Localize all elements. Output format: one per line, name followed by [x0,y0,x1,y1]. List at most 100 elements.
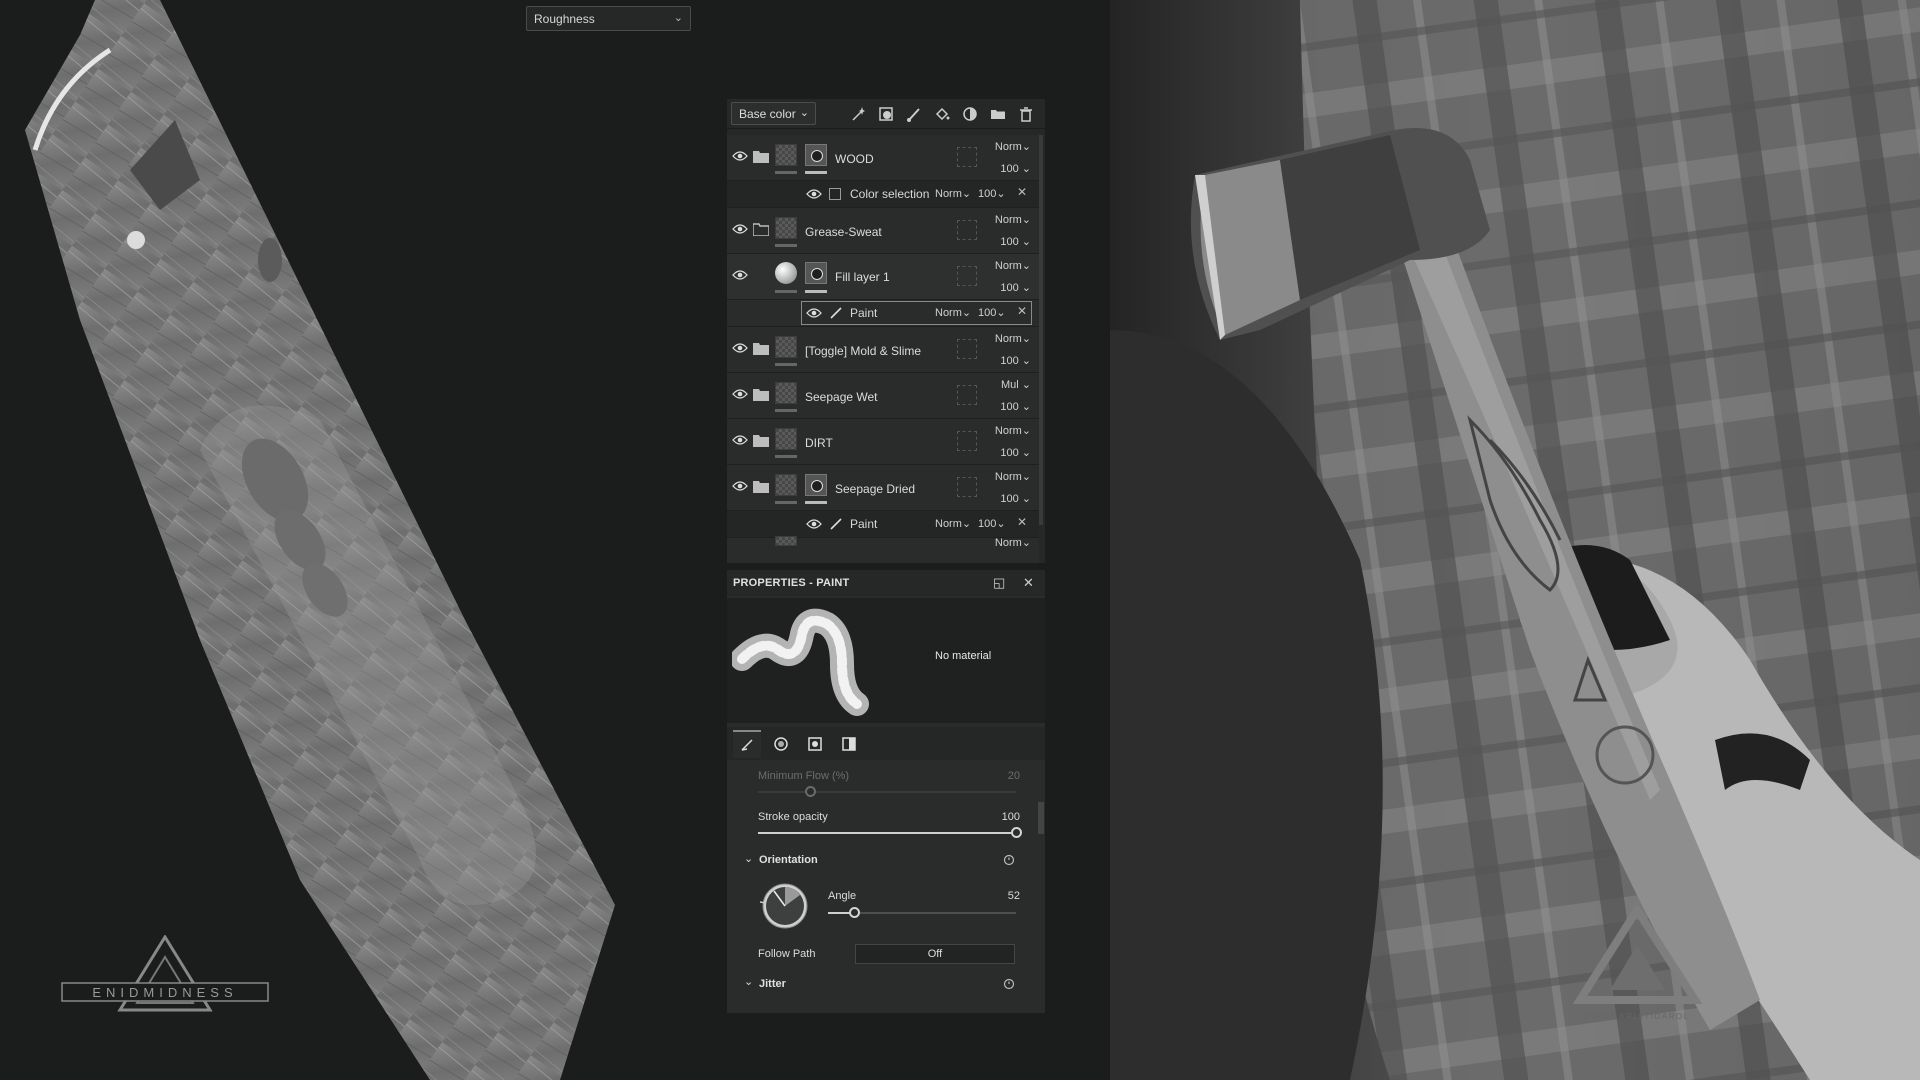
opacity-dropdown[interactable]: 100 ⌄ [1000,162,1031,175]
mask-thumbnail[interactable] [805,144,827,166]
opacity-dropdown[interactable]: 100 ⌄ [1000,446,1031,459]
blend-mode-dropdown[interactable]: Norm⌄ [995,213,1031,226]
eye-icon[interactable] [806,188,822,200]
folder-icon [753,343,769,355]
close-icon[interactable]: ✕ [1017,304,1027,318]
close-icon[interactable]: ✕ [1023,575,1034,591]
reset-icon[interactable] [1003,854,1015,866]
fill-bucket-icon[interactable] [931,103,953,125]
layer-preview-box [957,266,977,286]
alpha-icon[interactable] [767,730,795,758]
opacity-dropdown[interactable]: 100 ⌄ [1000,400,1031,413]
layer-bar [775,501,797,504]
undock-icon[interactable]: ◱ [993,575,1005,591]
blend-mode-dropdown[interactable]: Norm⌄ [995,332,1031,345]
layer-thumbnail [775,536,797,546]
min-flow-slider-handle[interactable] [804,786,816,797]
effect-row-color-selection[interactable]: Color selection Norm⌄ 100⌄ ✕ [727,181,1039,208]
eye-icon[interactable] [806,307,822,319]
mask-thumbnail[interactable] [805,474,827,496]
orientation-section-title[interactable]: Orientation [759,854,818,866]
layer-scrollbar[interactable] [1039,135,1043,525]
effect-row-paint[interactable]: Paint Norm⌄ 100⌄ ✕ [727,511,1039,538]
layer-channel-dropdown[interactable]: Base color ⌄ [731,102,816,125]
opacity-dropdown[interactable]: 100⌄ [978,306,1006,319]
layer-preview-box [957,385,977,405]
angle-slider-handle[interactable] [849,907,861,918]
eye-icon[interactable] [806,518,822,530]
layer-bar [775,244,797,247]
blend-mode-dropdown[interactable]: Norm⌄ [935,187,971,200]
close-icon[interactable]: ✕ [1017,515,1027,529]
opacity-dropdown[interactable]: 100⌄ [978,187,1006,200]
mask-icon[interactable] [875,103,897,125]
layer-row-grease-sweat[interactable]: Grease-Sweat Norm⌄ 100 ⌄ [727,208,1039,254]
blend-mode-dropdown[interactable]: Norm⌄ [995,470,1031,483]
eye-icon[interactable] [732,480,748,492]
paint-brush-icon[interactable] [903,103,925,125]
magic-wand-icon[interactable] [847,103,869,125]
properties-header: PROPERTIES - PAINT ◱ ✕ [727,570,1045,596]
eye-icon[interactable] [732,434,748,446]
mask-thumbnail[interactable] [805,262,827,284]
layer-toolbar: Base color ⌄ [727,99,1045,129]
blend-mode-dropdown[interactable]: Norm⌄ [995,140,1031,153]
opacity-dropdown[interactable]: 100 ⌄ [1000,235,1031,248]
eye-icon[interactable] [732,388,748,400]
stroke-opacity-slider-handle[interactable] [1011,827,1022,838]
layer-bar [775,171,797,174]
properties-title: PROPERTIES - PAINT [733,577,850,589]
blend-mode-dropdown[interactable]: Norm⌄ [995,259,1031,272]
blend-mode-dropdown[interactable]: Norm⌄ [935,517,971,530]
folder-icon [753,151,769,163]
chevron-down-icon[interactable]: ⌄ [744,975,753,988]
eye-icon[interactable] [732,150,748,162]
layer-bar [775,363,797,366]
opacity-dropdown[interactable]: 100 ⌄ [1000,354,1031,367]
blend-mode-dropdown[interactable]: Norm⌄ [935,306,971,319]
brush-icon[interactable] [733,729,761,758]
reset-icon[interactable] [1003,978,1015,990]
folder-icon[interactable] [987,103,1009,125]
layer-row-wood[interactable]: WOOD Norm⌄ 100 ⌄ [727,135,1039,181]
blend-mode-label: Norm [994,333,1022,345]
layer-row-seepage-wet[interactable]: Seepage Wet Mul ⌄ 100 ⌄ [727,373,1039,419]
opacity-value: 100 [1000,401,1019,413]
enidmidness-logo: ENIDMIDNESS [61,935,269,1012]
stencil-icon[interactable] [801,730,829,758]
layer-channel-label: Base color [739,107,796,121]
blend-mode-dropdown[interactable]: Norm⌄ [995,536,1031,549]
fill-sphere-thumbnail [775,262,797,284]
layer-thumbnail [775,336,797,358]
chevron-down-icon[interactable]: ⌄ [744,852,753,865]
smart-material-icon[interactable] [959,103,981,125]
follow-path-toggle[interactable]: Off [855,944,1015,964]
layer-row-seepage-dried[interactable]: Seepage Dried Norm⌄ 100 ⌄ [727,465,1039,511]
material-icon[interactable] [835,730,863,758]
layer-row-fill-layer-1[interactable]: Fill layer 1 Norm⌄ 100 ⌄ [727,254,1039,300]
blend-mode-label: Norm [994,425,1022,437]
opacity-dropdown[interactable]: 100 ⌄ [1000,492,1031,505]
layer-name: Fill layer 1 [835,270,890,284]
min-flow-slider-track[interactable] [758,791,1016,793]
effect-row-paint-selected[interactable]: Paint Norm⌄ 100⌄ ✕ [727,300,1039,327]
eye-icon[interactable] [732,223,748,235]
layer-row-partial[interactable]: Norm⌄ [727,536,1039,563]
properties-scrollbar[interactable] [1038,802,1044,834]
layer-preview-box [957,477,977,497]
opacity-dropdown[interactable]: 100⌄ [978,517,1006,530]
layer-row-mold-slime[interactable]: [Toggle] Mold & Slime Norm⌄ 100 ⌄ [727,327,1039,373]
jitter-section-title[interactable]: Jitter [759,978,786,990]
eye-icon[interactable] [732,342,748,354]
blend-mode-dropdown[interactable]: Mul ⌄ [1001,378,1031,391]
eye-icon[interactable] [732,269,748,281]
properties-panel: PROPERTIES - PAINT ◱ ✕ No material Minim… [727,570,1045,1013]
trash-icon[interactable] [1015,103,1037,125]
angle-dial[interactable] [757,878,813,934]
opacity-dropdown[interactable]: 100 ⌄ [1000,281,1031,294]
close-icon[interactable]: ✕ [1017,185,1027,199]
layer-row-dirt[interactable]: DIRT Norm⌄ 100 ⌄ [727,419,1039,465]
opacity-value: 100 [1000,236,1019,248]
viewport-channel-dropdown[interactable]: Roughness ⌄ [526,6,691,31]
blend-mode-dropdown[interactable]: Norm⌄ [995,424,1031,437]
